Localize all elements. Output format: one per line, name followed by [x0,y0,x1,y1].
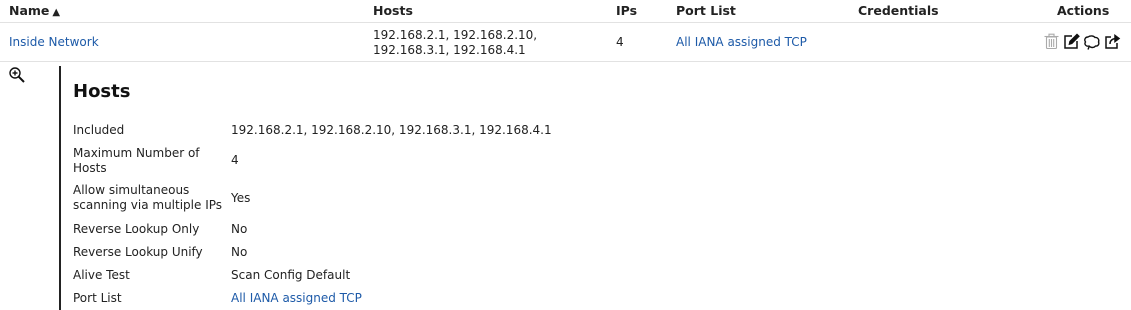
detail-label: Alive Test [73,268,130,282]
column-header-hosts[interactable]: Hosts [373,3,413,18]
table-row: Inside Network 192.168.2.1, 192.168.2.10… [0,23,1131,62]
sort-ascending-icon: ▲ [52,7,61,18]
details-title: Hosts [73,81,131,102]
detail-label: Reverse Lookup Unify [73,245,203,259]
detail-value: No [231,222,248,236]
hosts-line-2: 192.168.3.1, 192.168.4.1 [373,42,526,57]
column-header-name[interactable]: Name ▲ [9,3,60,18]
target-name-link[interactable]: Inside Network [9,35,99,49]
detail-label: Included [73,123,125,137]
hosts-line-1: 192.168.2.1, 192.168.2.10, [373,28,538,42]
column-name-label: Name [9,3,50,18]
edit-icon[interactable] [1063,33,1080,50]
detail-value: Scan Config Default [231,268,351,282]
detail-label: Port List [73,291,122,305]
port-list-detail-link[interactable]: All IANA assigned TCP [231,291,362,306]
clone-icon[interactable] [1083,33,1100,50]
detail-value: 192.168.2.1, 192.168.2.10, 192.168.3.1, … [231,123,552,137]
export-icon[interactable] [1104,33,1121,50]
column-header-credentials: Credentials [858,3,939,18]
port-list-link[interactable]: All IANA assigned TCP [676,35,807,49]
hosts-details-panel: Hosts Included 192.168.2.1, 192.168.2.10… [59,66,1061,310]
zoom-in-icon[interactable] [8,66,26,84]
detail-label: Maximum Number of Hosts [73,146,200,175]
detail-value: Yes [231,191,251,205]
column-header-actions: Actions [1057,3,1110,18]
detail-value: 4 [231,153,239,167]
trash-icon[interactable] [1043,33,1060,50]
table-header: Name ▲ Hosts IPs Port List Credentials Ac… [0,0,1131,23]
detail-value: No [231,245,248,259]
column-header-ips[interactable]: IPs [616,3,637,18]
column-header-port-list[interactable]: Port List [676,3,736,18]
row-actions [1042,33,1126,51]
detail-label: Allow simultaneous scanning via multiple… [73,183,223,212]
hosts-cell: 192.168.2.1, 192.168.2.10, 192.168.3.1, … [373,28,593,57]
ips-count: 4 [616,35,624,49]
detail-label: Reverse Lookup Only [73,222,200,236]
